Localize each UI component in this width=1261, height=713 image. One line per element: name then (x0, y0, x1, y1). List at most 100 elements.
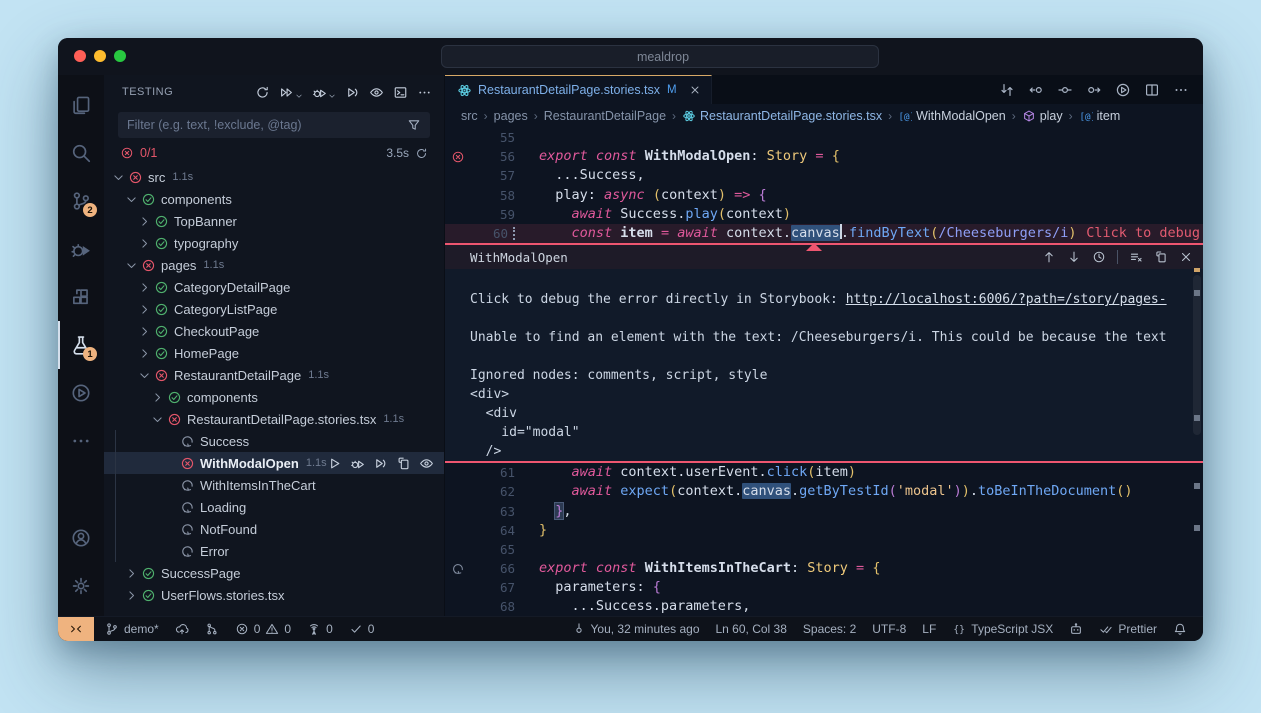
code-line-62[interactable]: 62 await expect(context.canvas.getByTest… (445, 482, 1203, 501)
cur-change-icon[interactable] (1057, 82, 1073, 98)
chevron-right-icon[interactable] (136, 303, 152, 316)
test-tree-item-SuccessPage[interactable]: SuccessPage (104, 562, 444, 584)
test-tree-item-src[interactable]: src1.1s (104, 166, 444, 188)
code-line-68[interactable]: 68 ...Success.parameters, (445, 597, 1203, 616)
status-problems-item[interactable]: 00 (227, 617, 299, 641)
status-eol[interactable]: LF (914, 617, 944, 641)
chevron-right-icon[interactable] (149, 391, 165, 404)
activity-item-testing[interactable]: 1 (58, 321, 104, 369)
status-publish-item[interactable] (167, 617, 197, 641)
test-tree-item-components[interactable]: components (104, 188, 444, 210)
breadcrumb-pages[interactable]: pages (494, 109, 528, 123)
close-icon[interactable] (1179, 250, 1193, 264)
code-line-65[interactable]: 65 (445, 540, 1203, 559)
close-window-button[interactable] (74, 50, 86, 62)
activity-item-storybook[interactable] (58, 369, 104, 417)
test-tree-item-UserFlows.stories.tsx[interactable]: UserFlows.stories.tsx (104, 584, 444, 606)
chevron-right-icon[interactable] (136, 347, 152, 360)
overview-ruler[interactable] (1193, 128, 1201, 616)
chevron-down-icon[interactable] (123, 259, 139, 272)
test-tree-item-typography[interactable]: typography (104, 232, 444, 254)
storybook-link[interactable]: http://localhost:6006/?path=/story/pages… (846, 292, 1167, 307)
test-tree-item-pages[interactable]: pages1.1s (104, 254, 444, 276)
test-tree-item-components[interactable]: components (104, 386, 444, 408)
status-language-mode[interactable]: {}TypeScript JSX (944, 617, 1061, 641)
run-all-button[interactable] (279, 85, 303, 100)
code-line-63[interactable]: 63 }, (445, 502, 1203, 521)
copy-icon[interactable] (396, 456, 411, 471)
chevron-right-icon[interactable] (123, 589, 139, 602)
code-line-67[interactable]: 67 parameters: { (445, 578, 1203, 597)
activity-item-settings[interactable] (58, 562, 104, 610)
more-icon[interactable] (1173, 82, 1189, 98)
chevron-down-icon[interactable] (136, 369, 152, 382)
code-line-64[interactable]: 64} (445, 521, 1203, 540)
status-encoding[interactable]: UTF-8 (864, 617, 914, 641)
chevron-right-icon[interactable] (136, 325, 152, 338)
code-line-58[interactable]: 58 play: async (context) => { (445, 186, 1203, 205)
chevron-right-icon[interactable] (136, 215, 152, 228)
activity-item-extensions[interactable] (58, 273, 104, 321)
run-circle-icon[interactable] (1115, 82, 1131, 98)
test-tree-item-NotFound[interactable]: NotFound (104, 518, 444, 540)
coverage-test-icon[interactable] (373, 456, 388, 471)
code-line-61[interactable]: 61 await context.userEvent.click(item) (445, 463, 1203, 482)
terminal-button[interactable] (393, 85, 408, 100)
refresh-button[interactable] (255, 85, 270, 100)
title-bar[interactable]: mealdrop (58, 38, 1203, 75)
open-changes-icon[interactable] (999, 82, 1015, 98)
status-notifications[interactable] (1165, 617, 1195, 641)
debug-run-button[interactable] (312, 85, 336, 100)
code-line-60[interactable]: 60 const item = await context.canvas.fin… (445, 224, 1203, 243)
test-tree-item-WithModalOpen[interactable]: WithModalOpen1.1s (104, 452, 444, 474)
maximize-window-button[interactable] (114, 50, 126, 62)
debug-test-icon[interactable] (350, 456, 365, 471)
chevron-right-icon[interactable] (136, 237, 152, 250)
code-line-66[interactable]: 66export const WithItemsInTheCart: Story… (445, 559, 1203, 578)
prev-change-icon[interactable] (1028, 82, 1044, 98)
breadcrumb-item[interactable]: [@]item (1079, 109, 1121, 123)
eye-icon[interactable] (419, 456, 434, 471)
status-blame-item[interactable]: You, 32 minutes ago (564, 617, 708, 641)
test-tree-item-WithItemsInTheCart[interactable]: WithItemsInTheCart (104, 474, 444, 496)
status-formatter[interactable]: Prettier (1091, 617, 1165, 641)
test-tree-item-CheckoutPage[interactable]: CheckoutPage (104, 320, 444, 342)
test-failed-gutter-icon[interactable] (450, 150, 466, 164)
minimize-window-button[interactable] (94, 50, 106, 62)
arrow-down-icon[interactable] (1067, 250, 1081, 264)
arrow-up-icon[interactable] (1042, 250, 1056, 264)
breadcrumb-play[interactable]: play (1022, 109, 1063, 123)
copy-icon[interactable] (1154, 250, 1168, 264)
split-icon[interactable] (1144, 82, 1160, 98)
status-git-graph-item[interactable] (197, 617, 227, 641)
test-tree-item-TopBanner[interactable]: TopBanner (104, 210, 444, 232)
chevron-right-icon[interactable] (136, 281, 152, 294)
test-tree-item-Success[interactable]: Success (104, 430, 444, 452)
test-tree-item-RestaurantDetailPage[interactable]: RestaurantDetailPage1.1s (104, 364, 444, 386)
test-tree-item-HomePage[interactable]: HomePage (104, 342, 444, 364)
status-git-branch-item[interactable]: demo* (97, 617, 167, 641)
activity-item-explorer[interactable] (58, 81, 104, 129)
filter-icon[interactable] (407, 118, 421, 132)
play-icon[interactable] (327, 456, 342, 471)
breadcrumb-RestaurantDetailPage[interactable]: RestaurantDetailPage (544, 109, 666, 123)
test-tree-item-Loading[interactable]: Loading (104, 496, 444, 518)
status-cursor-position[interactable]: Ln 60, Col 38 (708, 617, 795, 641)
activity-item-accounts[interactable] (58, 514, 104, 562)
test-filter-input[interactable]: Filter (e.g. text, !exclude, @tag) (118, 112, 430, 138)
coverage-run-button[interactable] (345, 85, 360, 100)
code-editor[interactable]: 5556export const WithModalOpen: Story = … (445, 128, 1203, 616)
status-indentation[interactable]: Spaces: 2 (795, 617, 864, 641)
activity-item-run-and-debug[interactable] (58, 225, 104, 273)
code-line-55[interactable]: 55 (445, 128, 1203, 147)
code-line-56[interactable]: 56export const WithModalOpen: Story = { (445, 147, 1203, 166)
test-queued-gutter-icon[interactable] (450, 562, 466, 576)
error-lens-message[interactable]: Click to debug (1086, 224, 1203, 243)
code-line-57[interactable]: 57 ...Success, (445, 166, 1203, 185)
more-button[interactable] (417, 85, 432, 100)
activity-item-more-views[interactable] (58, 417, 104, 465)
activity-item-search[interactable] (58, 129, 104, 177)
command-center-search[interactable]: mealdrop (441, 45, 879, 68)
chevron-down-icon[interactable] (149, 413, 165, 426)
chevron-down-icon[interactable] (123, 193, 139, 206)
